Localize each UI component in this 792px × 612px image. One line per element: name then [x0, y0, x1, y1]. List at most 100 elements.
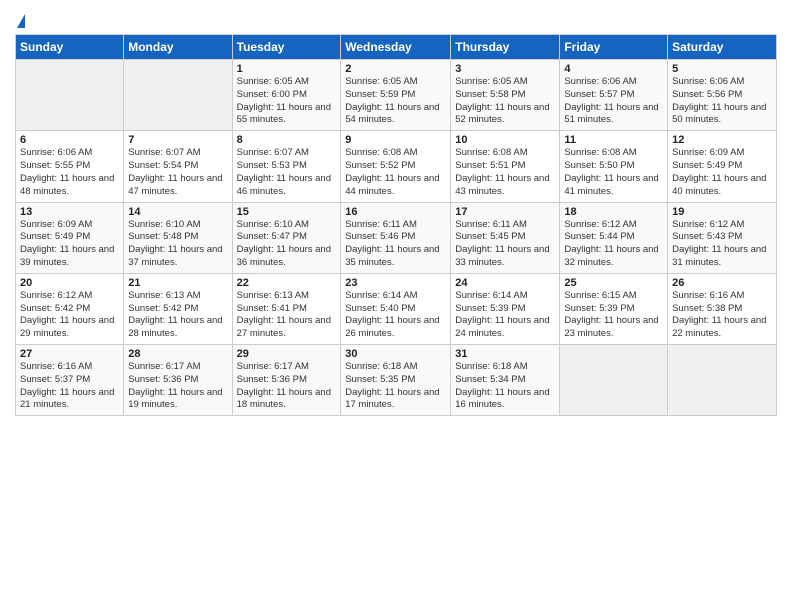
day-number: 1: [237, 63, 337, 75]
day-info: Sunrise: 6:08 AMSunset: 5:52 PMDaylight:…: [345, 147, 446, 198]
calendar-cell: 22Sunrise: 6:13 AMSunset: 5:41 PMDayligh…: [232, 273, 341, 344]
calendar-cell: 18Sunrise: 6:12 AMSunset: 5:44 PMDayligh…: [560, 202, 668, 273]
calendar-cell: 10Sunrise: 6:08 AMSunset: 5:51 PMDayligh…: [451, 131, 560, 202]
day-number: 10: [455, 134, 555, 146]
logo-triangle-icon: [17, 14, 25, 28]
day-info: Sunrise: 6:09 AMSunset: 5:49 PMDaylight:…: [672, 147, 772, 198]
calendar-cell: 13Sunrise: 6:09 AMSunset: 5:49 PMDayligh…: [16, 202, 124, 273]
calendar-week-row: 27Sunrise: 6:16 AMSunset: 5:37 PMDayligh…: [16, 345, 777, 416]
day-info: Sunrise: 6:08 AMSunset: 5:51 PMDaylight:…: [455, 147, 555, 198]
calendar-cell: 16Sunrise: 6:11 AMSunset: 5:46 PMDayligh…: [341, 202, 451, 273]
day-info: Sunrise: 6:06 AMSunset: 5:55 PMDaylight:…: [20, 147, 119, 198]
weekday-header-friday: Friday: [560, 35, 668, 60]
day-number: 15: [237, 206, 337, 218]
day-number: 11: [564, 134, 663, 146]
calendar-cell: 17Sunrise: 6:11 AMSunset: 5:45 PMDayligh…: [451, 202, 560, 273]
day-info: Sunrise: 6:06 AMSunset: 5:56 PMDaylight:…: [672, 76, 772, 127]
calendar-cell: [668, 345, 777, 416]
calendar-week-row: 1Sunrise: 6:05 AMSunset: 6:00 PMDaylight…: [16, 60, 777, 131]
day-info: Sunrise: 6:09 AMSunset: 5:49 PMDaylight:…: [20, 219, 119, 270]
calendar-cell: 7Sunrise: 6:07 AMSunset: 5:54 PMDaylight…: [124, 131, 232, 202]
day-number: 9: [345, 134, 446, 146]
calendar-cell: 4Sunrise: 6:06 AMSunset: 5:57 PMDaylight…: [560, 60, 668, 131]
weekday-header-sunday: Sunday: [16, 35, 124, 60]
calendar-cell: 30Sunrise: 6:18 AMSunset: 5:35 PMDayligh…: [341, 345, 451, 416]
day-info: Sunrise: 6:08 AMSunset: 5:50 PMDaylight:…: [564, 147, 663, 198]
day-info: Sunrise: 6:13 AMSunset: 5:41 PMDaylight:…: [237, 290, 337, 341]
day-info: Sunrise: 6:07 AMSunset: 5:54 PMDaylight:…: [128, 147, 227, 198]
calendar-cell: 14Sunrise: 6:10 AMSunset: 5:48 PMDayligh…: [124, 202, 232, 273]
calendar-cell: 15Sunrise: 6:10 AMSunset: 5:47 PMDayligh…: [232, 202, 341, 273]
day-number: 4: [564, 63, 663, 75]
day-number: 5: [672, 63, 772, 75]
calendar-week-row: 13Sunrise: 6:09 AMSunset: 5:49 PMDayligh…: [16, 202, 777, 273]
calendar-cell: 5Sunrise: 6:06 AMSunset: 5:56 PMDaylight…: [668, 60, 777, 131]
day-number: 17: [455, 206, 555, 218]
day-info: Sunrise: 6:12 AMSunset: 5:42 PMDaylight:…: [20, 290, 119, 341]
calendar-cell: 3Sunrise: 6:05 AMSunset: 5:58 PMDaylight…: [451, 60, 560, 131]
day-info: Sunrise: 6:10 AMSunset: 5:48 PMDaylight:…: [128, 219, 227, 270]
weekday-header-tuesday: Tuesday: [232, 35, 341, 60]
day-info: Sunrise: 6:11 AMSunset: 5:45 PMDaylight:…: [455, 219, 555, 270]
day-number: 20: [20, 277, 119, 289]
day-info: Sunrise: 6:05 AMSunset: 5:58 PMDaylight:…: [455, 76, 555, 127]
page: SundayMondayTuesdayWednesdayThursdayFrid…: [0, 0, 792, 612]
calendar-cell: 20Sunrise: 6:12 AMSunset: 5:42 PMDayligh…: [16, 273, 124, 344]
day-info: Sunrise: 6:18 AMSunset: 5:34 PMDaylight:…: [455, 361, 555, 412]
day-info: Sunrise: 6:16 AMSunset: 5:37 PMDaylight:…: [20, 361, 119, 412]
calendar-week-row: 20Sunrise: 6:12 AMSunset: 5:42 PMDayligh…: [16, 273, 777, 344]
calendar-cell: 11Sunrise: 6:08 AMSunset: 5:50 PMDayligh…: [560, 131, 668, 202]
header: [15, 10, 777, 28]
day-number: 13: [20, 206, 119, 218]
day-number: 28: [128, 348, 227, 360]
day-info: Sunrise: 6:05 AMSunset: 6:00 PMDaylight:…: [237, 76, 337, 127]
day-number: 24: [455, 277, 555, 289]
calendar-cell: 26Sunrise: 6:16 AMSunset: 5:38 PMDayligh…: [668, 273, 777, 344]
calendar-cell: 27Sunrise: 6:16 AMSunset: 5:37 PMDayligh…: [16, 345, 124, 416]
calendar-cell: 31Sunrise: 6:18 AMSunset: 5:34 PMDayligh…: [451, 345, 560, 416]
calendar-table: SundayMondayTuesdayWednesdayThursdayFrid…: [15, 34, 777, 416]
day-number: 26: [672, 277, 772, 289]
day-number: 18: [564, 206, 663, 218]
day-number: 6: [20, 134, 119, 146]
day-info: Sunrise: 6:15 AMSunset: 5:39 PMDaylight:…: [564, 290, 663, 341]
day-number: 19: [672, 206, 772, 218]
day-info: Sunrise: 6:05 AMSunset: 5:59 PMDaylight:…: [345, 76, 446, 127]
day-info: Sunrise: 6:11 AMSunset: 5:46 PMDaylight:…: [345, 219, 446, 270]
day-info: Sunrise: 6:17 AMSunset: 5:36 PMDaylight:…: [128, 361, 227, 412]
calendar-cell: 24Sunrise: 6:14 AMSunset: 5:39 PMDayligh…: [451, 273, 560, 344]
day-info: Sunrise: 6:14 AMSunset: 5:40 PMDaylight:…: [345, 290, 446, 341]
calendar-cell: 19Sunrise: 6:12 AMSunset: 5:43 PMDayligh…: [668, 202, 777, 273]
calendar-cell: 28Sunrise: 6:17 AMSunset: 5:36 PMDayligh…: [124, 345, 232, 416]
weekday-header-wednesday: Wednesday: [341, 35, 451, 60]
day-number: 31: [455, 348, 555, 360]
day-info: Sunrise: 6:13 AMSunset: 5:42 PMDaylight:…: [128, 290, 227, 341]
day-number: 14: [128, 206, 227, 218]
calendar-cell: 8Sunrise: 6:07 AMSunset: 5:53 PMDaylight…: [232, 131, 341, 202]
day-number: 8: [237, 134, 337, 146]
calendar-header-row: SundayMondayTuesdayWednesdayThursdayFrid…: [16, 35, 777, 60]
day-number: 21: [128, 277, 227, 289]
weekday-header-monday: Monday: [124, 35, 232, 60]
day-info: Sunrise: 6:12 AMSunset: 5:43 PMDaylight:…: [672, 219, 772, 270]
day-info: Sunrise: 6:10 AMSunset: 5:47 PMDaylight:…: [237, 219, 337, 270]
weekday-header-saturday: Saturday: [668, 35, 777, 60]
day-number: 3: [455, 63, 555, 75]
logo: [15, 14, 25, 28]
day-number: 22: [237, 277, 337, 289]
day-info: Sunrise: 6:16 AMSunset: 5:38 PMDaylight:…: [672, 290, 772, 341]
calendar-cell: 1Sunrise: 6:05 AMSunset: 6:00 PMDaylight…: [232, 60, 341, 131]
calendar-cell: 9Sunrise: 6:08 AMSunset: 5:52 PMDaylight…: [341, 131, 451, 202]
calendar-cell: [560, 345, 668, 416]
day-info: Sunrise: 6:06 AMSunset: 5:57 PMDaylight:…: [564, 76, 663, 127]
calendar-cell: [16, 60, 124, 131]
calendar-cell: 23Sunrise: 6:14 AMSunset: 5:40 PMDayligh…: [341, 273, 451, 344]
day-number: 29: [237, 348, 337, 360]
day-info: Sunrise: 6:17 AMSunset: 5:36 PMDaylight:…: [237, 361, 337, 412]
calendar-cell: 2Sunrise: 6:05 AMSunset: 5:59 PMDaylight…: [341, 60, 451, 131]
day-number: 27: [20, 348, 119, 360]
day-info: Sunrise: 6:14 AMSunset: 5:39 PMDaylight:…: [455, 290, 555, 341]
calendar-cell: 12Sunrise: 6:09 AMSunset: 5:49 PMDayligh…: [668, 131, 777, 202]
calendar-cell: 25Sunrise: 6:15 AMSunset: 5:39 PMDayligh…: [560, 273, 668, 344]
day-number: 2: [345, 63, 446, 75]
